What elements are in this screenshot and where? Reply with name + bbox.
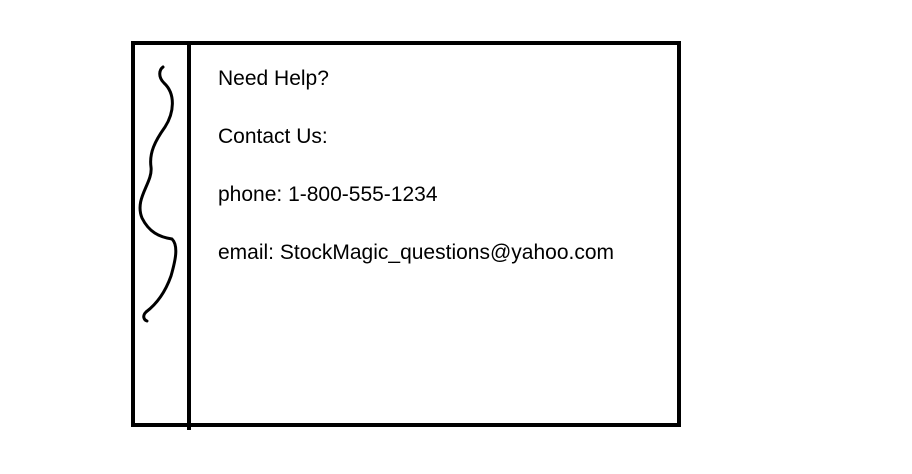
contact-label: Contact Us: bbox=[218, 125, 328, 148]
squiggle-line-icon bbox=[138, 65, 178, 323]
phone-contact: phone: 1-800-555-1234 bbox=[218, 183, 438, 206]
help-panel bbox=[131, 41, 681, 427]
email-contact: email: StockMagic_questions@yahoo.com bbox=[218, 241, 615, 264]
help-heading: Need Help? bbox=[218, 67, 329, 90]
